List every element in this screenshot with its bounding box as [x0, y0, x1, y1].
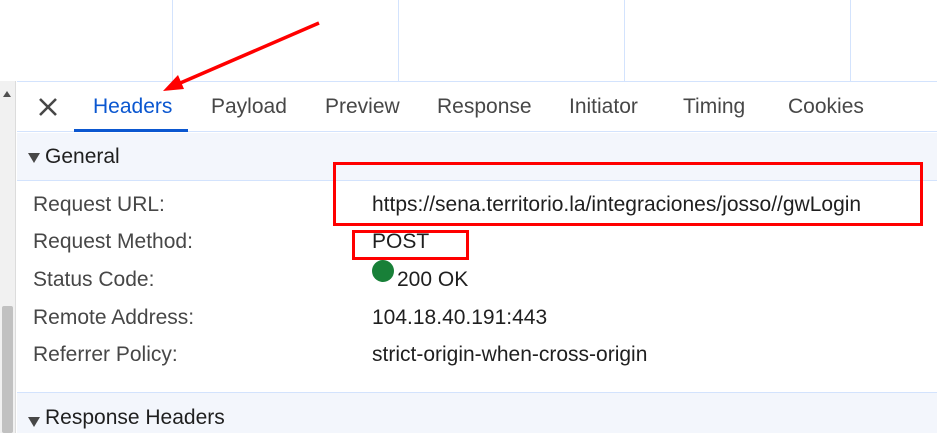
status-dot-icon — [372, 260, 394, 282]
section-response-headers-header[interactable]: Response Headers — [17, 392, 937, 433]
close-icon[interactable] — [35, 94, 61, 120]
waterfall-gridline — [398, 0, 399, 81]
header-key: Request URL: — [33, 193, 165, 216]
header-row-referrer-policy: Referrer Policy: strict-origin-when-cros… — [17, 336, 937, 373]
status-code-text: 200 OK — [397, 268, 469, 291]
header-row-request-method: Request Method: POST — [17, 223, 937, 260]
waterfall-gridline — [850, 0, 851, 81]
header-value[interactable]: 104.18.40.191:443 — [372, 299, 547, 336]
header-row-remote-address: Remote Address: 104.18.40.191:443 — [17, 299, 937, 336]
section-general-header[interactable]: General — [17, 133, 937, 181]
header-row-request-url: Request URL: https://sena.territorio.la/… — [17, 186, 937, 223]
waterfall-gridline — [172, 0, 173, 81]
tab-bar: Headers Payload Preview Response Initiat… — [17, 81, 937, 132]
waterfall-gridline — [624, 0, 625, 81]
section-response-headers-title: Response Headers — [45, 406, 225, 429]
active-tab-indicator — [74, 129, 188, 132]
header-value[interactable]: 200 OK — [372, 260, 469, 298]
header-value[interactable]: https://sena.territorio.la/integraciones… — [372, 186, 861, 223]
triangle-down-icon — [28, 153, 40, 163]
header-key: Referrer Policy: — [33, 343, 178, 366]
tab-initiator[interactable]: Initiator — [569, 82, 638, 132]
header-row-status-code: Status Code: 200 OK — [17, 260, 937, 298]
scroll-up-arrow-icon[interactable] — [3, 91, 11, 97]
tab-timing[interactable]: Timing — [683, 82, 745, 132]
header-key: Request Method: — [33, 230, 193, 253]
network-waterfall — [0, 0, 937, 81]
header-key: Status Code: — [33, 268, 155, 291]
tab-headers[interactable]: Headers — [93, 82, 172, 132]
tab-payload[interactable]: Payload — [211, 82, 287, 132]
header-key: Remote Address: — [33, 306, 195, 329]
tab-preview[interactable]: Preview — [325, 82, 400, 132]
left-scrollbar[interactable] — [0, 81, 16, 433]
header-value[interactable]: POST — [372, 223, 429, 260]
section-general-title: General — [45, 145, 120, 168]
header-value[interactable]: strict-origin-when-cross-origin — [372, 336, 647, 373]
scrollbar-thumb[interactable] — [2, 306, 13, 433]
tab-cookies[interactable]: Cookies — [788, 82, 864, 132]
headers-panel: Headers Payload Preview Response Initiat… — [17, 81, 937, 433]
tab-response[interactable]: Response — [437, 82, 532, 132]
triangle-down-icon — [28, 417, 40, 427]
